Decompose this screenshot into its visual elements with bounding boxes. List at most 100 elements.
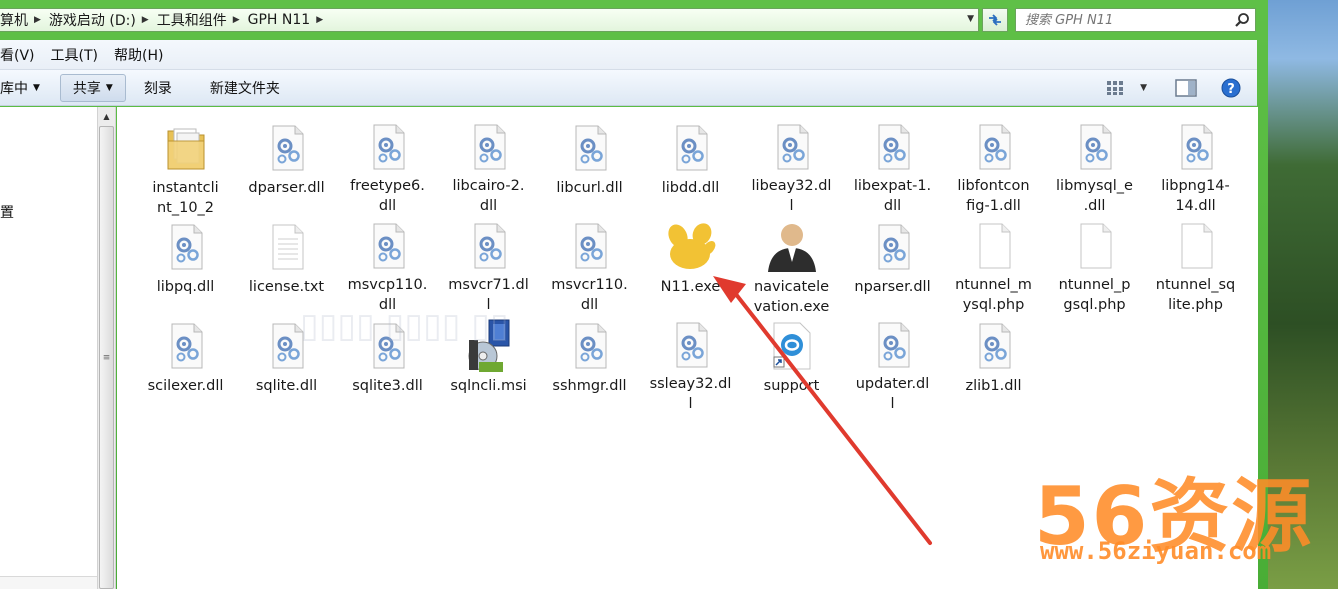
dll-file-icon[interactable]	[156, 313, 216, 371]
breadcrumb-drive-d[interactable]: 游戏启动 (D:)	[49, 10, 140, 30]
file-name[interactable]: navicatele vation.exe	[746, 277, 838, 317]
dll-file-icon[interactable]	[459, 214, 519, 270]
dll-file-icon[interactable]	[156, 214, 216, 272]
preview-pane-icon[interactable]	[1175, 79, 1197, 97]
file-name[interactable]: license.txt	[241, 277, 333, 297]
refresh-button[interactable]	[982, 8, 1008, 32]
menu-help[interactable]: 帮助(H)	[106, 45, 171, 65]
file-name[interactable]: sqlite3.dll	[342, 376, 434, 396]
file-name[interactable]: libcairo-2. dll	[443, 176, 535, 216]
file-item[interactable]: libeay32.dl l	[741, 115, 842, 214]
blank-file-icon[interactable]	[1166, 214, 1226, 270]
file-name[interactable]: freetype6. dll	[342, 176, 434, 216]
breadcrumb-computer[interactable]: 算机	[0, 10, 32, 30]
file-name[interactable]: ntunnel_m ysql.php	[948, 275, 1040, 315]
file-item[interactable]: ntunnel_m ysql.php	[943, 214, 1044, 315]
nav-scrollbar[interactable]: ▲ ≡	[97, 107, 116, 589]
file-item[interactable]: msvcr110. dll	[539, 214, 640, 315]
dll-file-icon[interactable]	[863, 115, 923, 171]
dll-file-icon[interactable]	[964, 313, 1024, 371]
dll-file-icon[interactable]	[863, 313, 923, 369]
file-name[interactable]: libfontcon fig-1.dll	[948, 176, 1040, 216]
breadcrumb-gph-n11[interactable]: GPH N11	[248, 12, 315, 28]
dll-file-icon[interactable]	[560, 115, 620, 173]
file-item[interactable]: zlib1.dll	[943, 313, 1044, 411]
address-bar[interactable]: 算机 ▶ 游戏启动 (D:) ▶ 工具和组件 ▶ GPH N11 ▶ ▼	[0, 8, 979, 32]
file-item[interactable]: dparser.dll	[236, 115, 337, 213]
scroll-up-arrow-icon[interactable]: ▲	[98, 107, 115, 125]
file-name[interactable]: zlib1.dll	[948, 376, 1040, 396]
file-item[interactable]: license.txt	[236, 214, 337, 312]
breadcrumb-tools[interactable]: 工具和组件	[157, 10, 231, 30]
blank-file-icon[interactable]	[1065, 214, 1125, 270]
file-item[interactable]: libdd.dll	[640, 115, 741, 213]
file-name[interactable]: libpq.dll	[140, 277, 232, 297]
new-folder-button[interactable]: 新建文件夹	[198, 74, 292, 102]
file-name[interactable]: nparser.dll	[847, 277, 939, 297]
text-file-icon[interactable]	[257, 214, 317, 272]
chevron-right-icon[interactable]: ▶	[231, 15, 248, 25]
file-item[interactable]: navicatele vation.exe	[741, 214, 842, 315]
search-input[interactable]	[1016, 12, 1221, 28]
file-item[interactable]: ssleay32.dl l	[640, 313, 741, 412]
file-item[interactable]: updater.dl l	[842, 313, 943, 414]
share-button[interactable]: 共享 ▼	[59, 73, 126, 102]
shortcut-file-icon[interactable]	[762, 313, 822, 371]
file-item[interactable]: libfontcon fig-1.dll	[943, 115, 1044, 216]
dll-file-icon[interactable]	[1065, 115, 1125, 171]
dll-file-icon[interactable]	[459, 115, 519, 171]
file-item[interactable]: sshmgr.dll	[539, 313, 640, 411]
file-item[interactable]: libcurl.dll	[539, 115, 640, 213]
file-item[interactable]: libpng14- 14.dll	[1145, 115, 1246, 216]
file-name[interactable]: msvcr110. dll	[544, 275, 636, 315]
chevron-right-icon[interactable]: ▶	[32, 15, 49, 25]
user-exe-file-icon[interactable]	[762, 214, 822, 272]
file-item[interactable]: libpq.dll	[135, 214, 236, 312]
dll-file-icon[interactable]	[1166, 115, 1226, 171]
dll-file-icon[interactable]	[661, 313, 721, 369]
file-name[interactable]: libpng14- 14.dll	[1150, 176, 1242, 216]
dll-file-icon[interactable]	[863, 214, 923, 272]
dll-file-icon[interactable]	[762, 115, 822, 171]
file-item[interactable]: support	[741, 313, 842, 411]
file-item[interactable]: ntunnel_p gsql.php	[1044, 214, 1145, 315]
file-name[interactable]: sqlite.dll	[241, 376, 333, 396]
file-name[interactable]: libcurl.dll	[544, 178, 636, 198]
file-item[interactable]: scilexer.dll	[135, 313, 236, 411]
file-name[interactable]: updater.dl l	[847, 374, 939, 414]
file-item[interactable]: libmysql_e .dll	[1044, 115, 1145, 216]
file-name[interactable]: ntunnel_sq lite.php	[1150, 275, 1242, 315]
file-name[interactable]: libexpat-1. dll	[847, 176, 939, 216]
nav-item[interactable]: 置	[0, 202, 14, 222]
blank-file-icon[interactable]	[964, 214, 1024, 270]
file-name[interactable]: dparser.dll	[241, 178, 333, 198]
folder-file-icon[interactable]	[156, 115, 216, 173]
file-item[interactable]: instantcli nt_10_2	[135, 115, 236, 216]
dll-file-icon[interactable]	[358, 214, 418, 270]
file-name[interactable]: libdd.dll	[645, 178, 737, 198]
file-item[interactable]: msvcr71.dl l	[438, 214, 539, 313]
file-name[interactable]: ntunnel_p gsql.php	[1049, 275, 1141, 315]
dll-file-icon[interactable]	[560, 214, 620, 270]
file-name[interactable]: libmysql_e .dll	[1049, 176, 1141, 216]
dll-file-icon[interactable]	[560, 313, 620, 371]
file-item[interactable]: N11.exe	[640, 214, 741, 312]
dll-file-icon[interactable]	[257, 115, 317, 173]
burn-button[interactable]: 刻录	[132, 74, 184, 102]
file-item[interactable]: nparser.dll	[842, 214, 943, 312]
file-item[interactable]: ntunnel_sq lite.php	[1145, 214, 1246, 315]
search-icon[interactable]	[1234, 12, 1250, 28]
file-name[interactable]: support	[746, 376, 838, 396]
chevron-right-icon[interactable]: ▶	[314, 15, 331, 25]
scroll-thumb[interactable]: ≡	[99, 126, 114, 589]
menu-tools[interactable]: 工具(T)	[43, 45, 106, 65]
dll-file-icon[interactable]	[964, 115, 1024, 171]
file-item[interactable]: freetype6. dll	[337, 115, 438, 216]
file-name[interactable]: sshmgr.dll	[544, 376, 636, 396]
file-name[interactable]: N11.exe	[645, 277, 737, 297]
menu-view[interactable]: 看(V)	[0, 45, 43, 65]
help-icon[interactable]: ?	[1221, 78, 1241, 98]
include-in-library-button[interactable]: 库中 ▼	[0, 74, 52, 102]
view-options-icon[interactable]	[1106, 80, 1126, 96]
dll-file-icon[interactable]	[661, 115, 721, 173]
